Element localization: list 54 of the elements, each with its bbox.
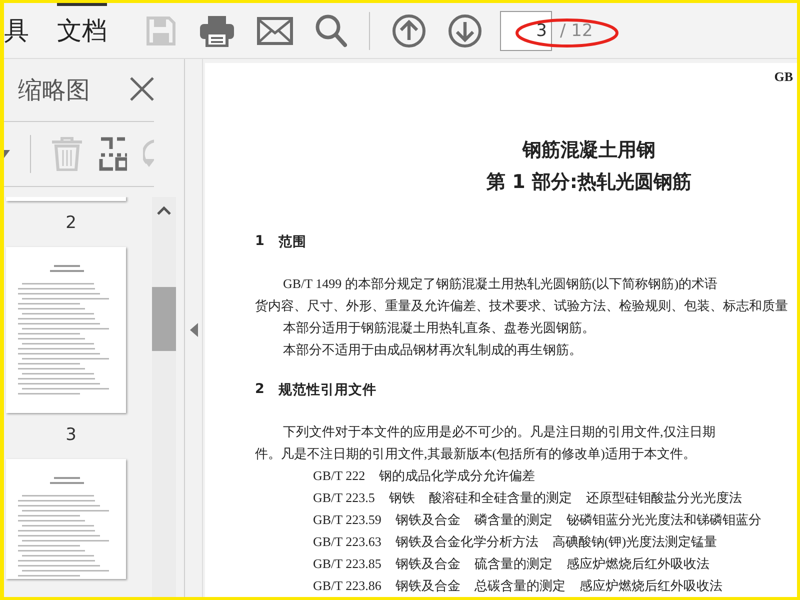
standard-title-part: 还原型硅钼酸盐分光光度法 — [586, 489, 742, 507]
chevron-up-icon[interactable] — [157, 205, 171, 215]
section-heading: 范围 — [278, 233, 306, 251]
standard-title-part: 钢铁及合金 — [395, 555, 460, 573]
section-heading: 规范性引用文件 — [278, 381, 376, 399]
page-thumbnail[interactable] — [6, 197, 126, 201]
standard-title-part: 感应炉燃烧后红外吸收法 — [566, 555, 710, 573]
section-number: 2 — [255, 381, 264, 399]
standard-code: GB/T 223.86 — [313, 577, 382, 595]
search-icon[interactable] — [315, 14, 347, 48]
standard-code: GB/T 223.63 — [313, 533, 382, 551]
paragraph-line: 本部分适用于钢筋混凝土用热轧直条、盘卷光圆钢筋。 — [283, 319, 595, 337]
standard-title-part: 钢铁及合金 — [395, 577, 460, 595]
standard-title-part: 钢铁及合金化学分析方法 — [395, 533, 538, 551]
standard-title-part: 铋磷钼蓝分光光度法和锑磷钼蓝分 — [566, 511, 762, 529]
caret-icon[interactable] — [4, 150, 10, 158]
standard-code: GB/T 222 — [313, 467, 366, 485]
tab[interactable]: 具 — [4, 3, 29, 58]
section-number: 1 — [255, 233, 264, 251]
standard-title-part: 酸溶硅和全硅含量的测定 — [428, 489, 572, 507]
paragraph-line: 货内容、尺寸、外形、重量及允许偏差、技术要求、试验方法、检验规则、包装、标志和质量 — [255, 297, 788, 315]
standard-title-part: 硫含量的测定 — [474, 555, 552, 573]
printer-icon[interactable] — [199, 14, 235, 46]
page-number-label: 2 — [66, 213, 76, 233]
extract-pages-icon[interactable] — [99, 137, 127, 171]
standard-title-part: 总碳含量的测定 — [474, 577, 566, 595]
standard-title-part: 钢铁及合金 — [395, 511, 460, 529]
collapse-arrow-icon[interactable] — [190, 323, 198, 337]
running-head: GB — [773, 68, 794, 85]
standard-title-part: 磷含量的测定 — [474, 511, 552, 529]
page-number-label: 3 — [66, 425, 76, 445]
scrollbar-thumb[interactable] — [152, 287, 176, 351]
mail-icon[interactable] — [257, 16, 293, 44]
standard-code: GB/T 223.85 — [313, 555, 382, 573]
arrow-down-icon[interactable] — [448, 14, 482, 48]
document-title: 钢筋混凝土用钢 — [522, 138, 656, 163]
standard-code: GB/T 223.5 — [313, 489, 375, 507]
close-icon[interactable] — [130, 76, 154, 104]
page-thumbnail[interactable] — [6, 247, 126, 413]
page-count: / 12 — [560, 20, 593, 40]
paragraph-line: 本部分不适用于由成品钢材再次轧制成的再生钢筋。 — [283, 341, 582, 359]
standard-code: GB/T 223.59 — [313, 511, 382, 529]
paragraph-line: GB/T 1499 的本部分规定了钢筋混凝土用热轧光圆钢筋(以下简称钢筋)的术语 — [283, 275, 718, 293]
paragraph-line: 下列文件对于本文件的应用是必不可少的。凡是注日期的引用文件,仅注日期 — [283, 423, 716, 441]
document-title: 第 1 部分:热轧光圆钢筋 — [486, 170, 692, 195]
standard-title-part: 感应炉燃烧后红外吸收法 — [579, 577, 722, 595]
page-thumbnail[interactable] — [6, 459, 126, 579]
standard-title-part: 钢铁 — [388, 489, 415, 507]
standard-title-part: 高碘酸钠(钾)光度法测定锰量 — [552, 533, 718, 551]
arrow-up-icon[interactable] — [392, 14, 426, 48]
scrollbar[interactable] — [152, 197, 176, 597]
paragraph-line: 件。凡是不注日期的引用文件,其最新版本(包括所有的修改单)适用于本文件。 — [255, 445, 696, 463]
panel-title: 缩略图 — [18, 75, 90, 106]
standard-title-part: 钢的成品化学成分允许偏差 — [379, 467, 536, 485]
